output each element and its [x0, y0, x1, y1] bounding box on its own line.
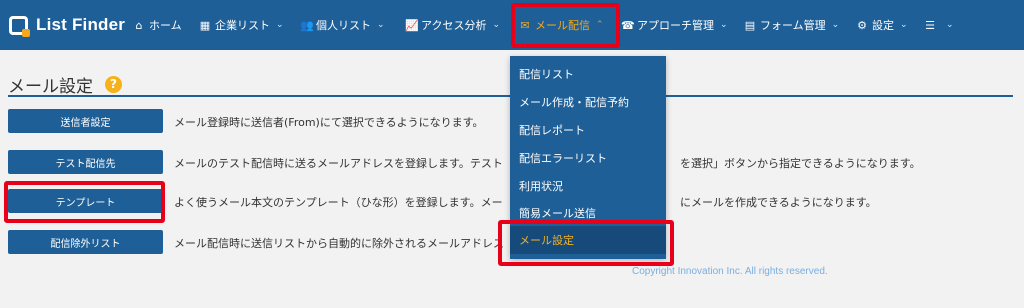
dropdown-item-usage-status[interactable]: 利用状況	[510, 172, 666, 200]
exclusion-list-description: メール配信時に送信リストから自動的に除外されるメールアドレス	[174, 237, 504, 250]
test-recipient-description: メールのテスト配信時に送るメールアドレスを登録します。テスト	[174, 157, 503, 170]
test-recipient-description-tail: を選択」ボタンから指定できるようになります。	[680, 157, 921, 170]
nav-item-person-list[interactable]: 👥 個人リスト ⌄	[300, 0, 385, 50]
sender-settings-button[interactable]: 送信者設定	[8, 109, 163, 133]
template-description: よく使うメール本文のテンプレート（ひな形）を登録します。メー	[174, 196, 503, 209]
highlight-box-mail-delivery	[511, 3, 620, 48]
highlight-box-mail-settings	[498, 220, 674, 266]
page-title: メール設定 ?	[8, 72, 122, 97]
footer-copyright: Copyright Innovation Inc. All rights res…	[632, 266, 828, 277]
brand-name: List Finder	[36, 15, 126, 34]
nav-label-approach-management: アプローチ管理	[637, 19, 714, 32]
nav-label-company-list: 企業リスト	[215, 19, 270, 32]
list-finder-logo-icon	[9, 15, 30, 37]
gear-icon: ⚙	[857, 18, 867, 32]
help-icon[interactable]: ?	[105, 76, 122, 93]
nav-label-home: ホーム	[149, 19, 182, 32]
page-title-text: メール設定	[8, 77, 93, 97]
chevron-down-icon: ⌄	[276, 20, 284, 30]
nav-label-access-analysis: アクセス分析	[421, 19, 487, 32]
sender-settings-description: メール登録時に送信者(From)にて選択できるようになります。	[174, 116, 484, 129]
chevron-down-icon: ⌄	[492, 20, 500, 30]
nav-label-person-list: 個人リスト	[316, 19, 371, 32]
nav-item-access-analysis[interactable]: 📈 アクセス分析 ⌄	[405, 0, 500, 50]
test-recipient-button[interactable]: テスト配信先	[8, 150, 163, 174]
nav-item-settings[interactable]: ⚙ 設定 ⌄	[856, 0, 908, 50]
nav-item-more-menu[interactable]: ☰ ⌄	[924, 0, 954, 50]
highlight-box-template	[4, 181, 165, 223]
users-icon: 👥	[300, 18, 314, 32]
chart-line-icon: 📈	[405, 18, 419, 32]
menu-icon: ☰	[925, 18, 935, 32]
chevron-down-icon: ⌄	[946, 20, 954, 30]
dropdown-item-delivery-error-list[interactable]: 配信エラーリスト	[510, 144, 666, 172]
chevron-down-icon: ⌄	[377, 20, 385, 30]
chevron-down-icon: ⌄	[720, 20, 728, 30]
template-description-tail: にメールを作成できるようになります。	[680, 196, 877, 209]
nav-item-approach-management[interactable]: ☎ アプローチ管理 ⌄	[621, 0, 728, 50]
dropdown-item-delivery-list[interactable]: 配信リスト	[510, 60, 666, 88]
chevron-down-icon: ⌄	[900, 20, 908, 30]
nav-label-settings: 設定	[872, 19, 894, 32]
brand-logo-link[interactable]: List Finder	[9, 12, 125, 38]
nav-item-form-management[interactable]: ▤ フォーム管理 ⌄	[744, 0, 839, 50]
dropdown-item-delivery-report[interactable]: 配信レポート	[510, 116, 666, 144]
nav-item-company-list[interactable]: ▦ 企業リスト ⌄	[199, 0, 284, 50]
building-icon: ▦	[199, 18, 211, 32]
phone-icon: ☎	[621, 18, 635, 32]
nav-item-home[interactable]: ⌂ ホーム	[133, 0, 182, 50]
nav-label-form-management: フォーム管理	[760, 19, 826, 32]
chevron-down-icon: ⌄	[831, 20, 840, 30]
dropdown-item-mail-create[interactable]: メール作成・配信予約	[510, 88, 666, 116]
home-icon: ⌂	[135, 18, 143, 32]
exclusion-list-button[interactable]: 配信除外リスト	[8, 230, 163, 254]
form-icon: ▤	[744, 18, 756, 32]
